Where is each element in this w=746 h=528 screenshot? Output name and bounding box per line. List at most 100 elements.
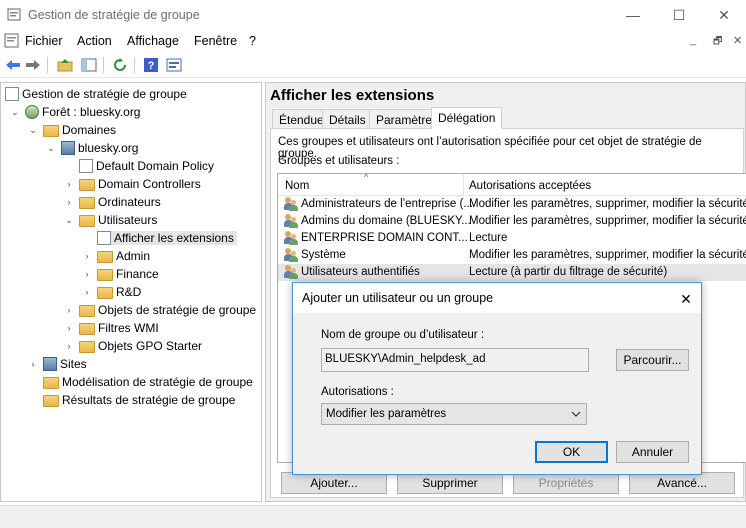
app-icon [7, 7, 21, 21]
user-group-icon [284, 248, 301, 263]
collapse-chevron-icon[interactable]: ⌄ [9, 106, 21, 118]
expand-chevron-icon[interactable]: › [63, 304, 75, 316]
show-hide-tree-icon[interactable] [80, 56, 98, 74]
list-row[interactable]: Système Modifier les paramètres, supprim… [278, 247, 746, 264]
mdi-restore-button[interactable]: 🗗 [713, 34, 722, 51]
expand-chevron-icon[interactable]: › [81, 286, 93, 298]
maximize-button[interactable]: ☐ [656, 0, 702, 30]
column-header-permissions[interactable]: Autorisations acceptées [469, 180, 591, 192]
permissions-select[interactable]: Modifier les paramètres [321, 403, 587, 425]
expand-chevron-icon[interactable]: › [63, 196, 75, 208]
row-name: ENTERPRISE DOMAIN CONT... [301, 232, 468, 244]
expand-chevron-icon[interactable]: › [27, 358, 39, 370]
tab-details[interactable]: Détails [322, 109, 373, 129]
list-label: Groupes et utilisateurs : [278, 155, 400, 167]
tree-item-utilisateurs[interactable]: ⌄ Utilisateurs [5, 211, 256, 229]
remove-button[interactable]: Supprimer [397, 472, 503, 494]
tree-item-domains[interactable]: ⌄ Domaines [5, 121, 256, 139]
tree-item-results[interactable]: Résultats de stratégie de groupe [5, 391, 256, 409]
up-folder-icon[interactable] [56, 56, 74, 74]
back-arrow-icon[interactable] [4, 56, 22, 74]
tree-item-label: Domaines [62, 123, 117, 137]
gpo-link-icon [79, 159, 93, 173]
gpo-link-icon [97, 231, 111, 245]
list-row[interactable]: Admins du domaine (BLUESKY... Modifier l… [278, 213, 746, 230]
cancel-button[interactable]: Annuler [616, 441, 689, 463]
folder-icon [43, 377, 59, 389]
menu-affichage[interactable]: Affichage [127, 34, 179, 48]
console-tree[interactable]: Gestion de stratégie de groupe ⌄ Forêt :… [0, 82, 262, 502]
group-name-field[interactable]: BLUESKY\Admin_helpdesk_ad [321, 348, 589, 372]
forest-icon [25, 105, 39, 119]
list-row[interactable]: ENTERPRISE DOMAIN CONT... Lecture [278, 230, 746, 247]
tree-item-label: R&D [116, 285, 142, 299]
window-title: Gestion de stratégie de groupe [28, 8, 200, 22]
tree-item-rd[interactable]: › R&D [5, 283, 256, 301]
forward-arrow-icon[interactable] [24, 56, 42, 74]
tree-item-wmi-filters[interactable]: › Filtres WMI [5, 319, 256, 337]
menu-help[interactable]: ? [249, 34, 256, 48]
tree-item-label: Forêt : bluesky.org [42, 105, 141, 119]
menu-fichier[interactable]: Fichier [25, 34, 63, 48]
ok-button[interactable]: OK [535, 441, 608, 463]
column-divider[interactable] [463, 174, 464, 196]
expand-chevron-icon[interactable]: › [81, 268, 93, 280]
tree-item-domain-controllers[interactable]: › Domain Controllers [5, 175, 256, 193]
collapse-chevron-icon[interactable]: ⌄ [45, 142, 57, 154]
collapse-chevron-icon[interactable]: ⌄ [27, 124, 39, 136]
selected-highlight: Afficher les extensions [97, 231, 237, 245]
row-name: Admins du domaine (BLUESKY... [301, 215, 471, 227]
menu-action[interactable]: Action [77, 34, 112, 48]
properties-button[interactable]: Propriétés [513, 472, 619, 494]
tree-item-sites[interactable]: › Sites [5, 355, 256, 373]
tree-item-bluesky[interactable]: ⌄ bluesky.org [5, 139, 256, 157]
list-row[interactable]: Administrateurs de l’entreprise (... Mod… [278, 196, 746, 213]
tree-item-afficher-extensions[interactable]: Afficher les extensions [5, 229, 256, 247]
help-icon[interactable]: ? [142, 56, 160, 74]
tree-item-label: Résultats de stratégie de groupe [62, 393, 236, 407]
minimize-button[interactable]: — [610, 0, 656, 30]
tab-delegation[interactable]: Délégation [431, 107, 503, 129]
tree-item-forest[interactable]: ⌄ Forêt : bluesky.org [5, 103, 256, 121]
close-button[interactable]: ✕ [701, 0, 746, 30]
mdi-close-button[interactable]: ✕ [733, 34, 742, 47]
tree-item-label: Domain Controllers [98, 177, 201, 191]
sites-icon [43, 357, 57, 371]
list-row-selected[interactable]: Utilisateurs authentifiés Lecture (à par… [278, 264, 746, 281]
dialog-close-button[interactable]: ✕ [673, 289, 699, 309]
tree-item-label: Objets GPO Starter [98, 339, 203, 353]
collapse-chevron-icon[interactable]: ⌄ [63, 214, 75, 226]
browse-button[interactable]: Parcourir... [616, 349, 689, 371]
tree-item-gpo-objects[interactable]: › Objets de stratégie de groupe [5, 301, 256, 319]
mdi-minimize-button[interactable]: _ [690, 34, 696, 46]
tree-item-default-domain-policy[interactable]: Default Domain Policy [5, 157, 256, 175]
expand-chevron-icon[interactable]: › [63, 178, 75, 190]
status-bar [0, 505, 746, 528]
title-bar: Gestion de stratégie de groupe — ☐ ✕ [0, 0, 746, 30]
add-button[interactable]: Ajouter... [281, 472, 387, 494]
column-header-name[interactable]: Nom [285, 180, 309, 192]
expand-chevron-icon[interactable]: › [81, 250, 93, 262]
tree-item-root[interactable]: Gestion de stratégie de groupe [5, 85, 256, 103]
list-header: ^ Nom Autorisations acceptées [278, 172, 746, 196]
refresh-icon[interactable] [111, 56, 129, 74]
tree-item-label: Sites [60, 357, 87, 371]
tree-item-modeling[interactable]: Modélisation de stratégie de groupe [5, 373, 256, 391]
menu-fenetre[interactable]: Fenêtre [194, 34, 237, 48]
tree-item-ordinateurs[interactable]: › Ordinateurs [5, 193, 256, 211]
advanced-button[interactable]: Avancé... [629, 472, 735, 494]
domain-icon [61, 141, 75, 155]
svg-text:?: ? [148, 60, 155, 72]
folder-icon [97, 269, 113, 281]
folder-icon [97, 251, 113, 263]
tree-item-gpo-starter[interactable]: › Objets GPO Starter [5, 337, 256, 355]
expand-chevron-icon[interactable]: › [63, 322, 75, 334]
properties-view-icon[interactable] [165, 56, 183, 74]
tree-item-label: Gestion de stratégie de groupe [22, 87, 187, 101]
tree-item-admin[interactable]: › Admin [5, 247, 256, 265]
folder-icon [79, 323, 95, 335]
toolbar: ? [0, 52, 746, 78]
tree-item-finance[interactable]: › Finance [5, 265, 256, 283]
folder-icon [79, 179, 95, 191]
expand-chevron-icon[interactable]: › [63, 340, 75, 352]
